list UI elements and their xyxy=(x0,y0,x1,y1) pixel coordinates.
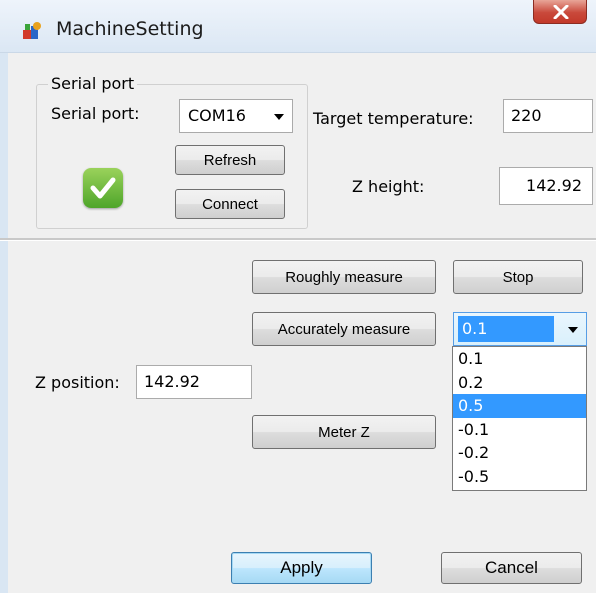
target-temperature-value: 220 xyxy=(511,106,542,125)
close-button[interactable] xyxy=(533,0,587,24)
step-option-neg-0-2[interactable]: -0.2 xyxy=(453,441,586,465)
serial-port-select[interactable]: COM16 xyxy=(179,99,293,133)
step-option-neg-0-1[interactable]: -0.1 xyxy=(453,418,586,442)
step-option-0-2[interactable]: 0.2 xyxy=(453,371,586,395)
z-position-value: 142.92 xyxy=(144,372,200,391)
meter-z-button[interactable]: Meter Z xyxy=(252,415,436,449)
roughly-measure-button[interactable]: Roughly measure xyxy=(252,260,436,294)
z-height-input[interactable]: 142.92 xyxy=(499,167,593,205)
step-option-neg-0-5[interactable]: -0.5 xyxy=(453,465,586,489)
accurately-measure-button[interactable]: Accurately measure xyxy=(252,312,436,346)
serial-port-group-title: Serial port xyxy=(48,74,138,93)
connection-status-icon xyxy=(83,168,123,208)
step-option-0-5[interactable]: 0.5 xyxy=(453,394,586,418)
serial-port-value: COM16 xyxy=(188,106,246,125)
refresh-button[interactable]: Refresh xyxy=(175,145,285,175)
apply-button[interactable]: Apply xyxy=(231,552,372,584)
close-icon xyxy=(553,5,569,19)
step-size-select[interactable]: 0.1 xyxy=(453,312,587,346)
window-title: MachineSetting xyxy=(56,18,204,40)
chevron-down-icon xyxy=(274,114,284,120)
serial-port-label: Serial port: xyxy=(51,104,140,123)
step-size-value: 0.1 xyxy=(462,319,488,338)
machine-setting-window: MachineSetting Serial port Serial port: … xyxy=(0,0,596,593)
title-bar[interactable]: MachineSetting xyxy=(0,0,596,53)
z-height-value: 142.92 xyxy=(526,176,582,195)
z-position-input[interactable]: 142.92 xyxy=(136,365,252,399)
chevron-down-icon xyxy=(568,327,578,333)
app-icon xyxy=(23,22,41,39)
check-icon xyxy=(90,177,116,199)
target-temperature-input[interactable]: 220 xyxy=(503,99,593,133)
z-position-label: Z position: xyxy=(35,373,120,392)
target-temperature-label: Target temperature: xyxy=(313,109,474,128)
cancel-button[interactable]: Cancel xyxy=(441,552,582,584)
stop-button[interactable]: Stop xyxy=(453,260,583,294)
step-size-dropdown-list: 0.1 0.2 0.5 -0.1 -0.2 -0.5 xyxy=(452,346,587,491)
section-divider xyxy=(0,238,596,241)
z-height-label: Z height: xyxy=(352,177,425,196)
connect-button[interactable]: Connect xyxy=(175,189,285,219)
step-option-0-1[interactable]: 0.1 xyxy=(453,347,586,371)
